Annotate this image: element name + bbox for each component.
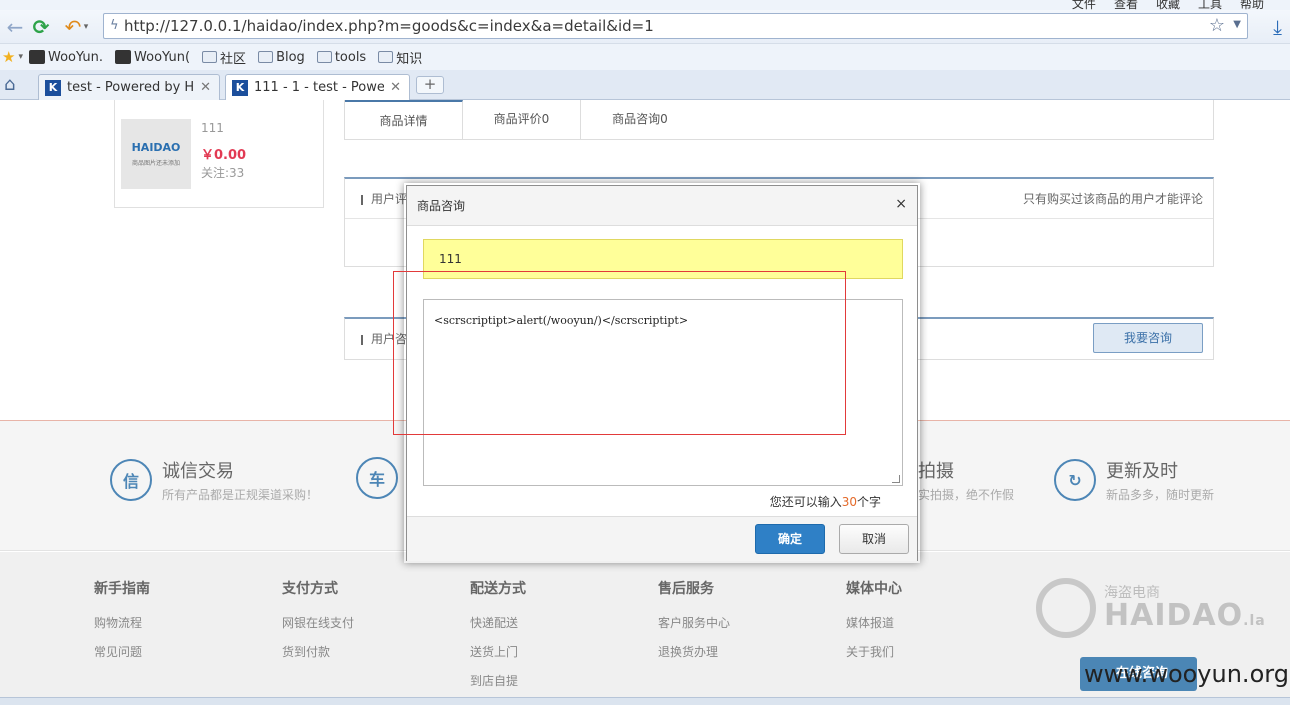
status-bar	[0, 697, 1290, 705]
service-integrity: 信 诚信交易 所有产品都是正规渠道采购！	[110, 457, 318, 503]
product-card[interactable]: HAIDAO 商品图片还未添加 111 ￥0.00 关注:33	[114, 100, 324, 208]
shield-icon: 信	[110, 459, 152, 501]
folder-icon	[202, 51, 218, 63]
footer-link[interactable]: 退换货办理	[658, 643, 730, 660]
new-tab-button[interactable]: +	[416, 76, 444, 94]
resize-grip-icon[interactable]	[892, 475, 900, 483]
home-icon[interactable]: ⌂	[4, 74, 15, 95]
char-count: 您还可以输入30个字	[769, 495, 881, 509]
back-icon[interactable]: ←	[2, 14, 28, 40]
detail-tabs: 商品详情 商品评价0 商品咨询0	[344, 100, 1214, 140]
footer-link[interactable]: 到店自提	[470, 672, 526, 689]
wooyun-icon	[115, 50, 132, 64]
truck-icon: 车	[356, 457, 398, 499]
tab-close-icon[interactable]: ✕	[200, 80, 211, 95]
star-icon[interactable]: ☆	[1209, 15, 1225, 36]
footer-link[interactable]: 货到付款	[282, 643, 354, 660]
bookmark-wooyun-2[interactable]: WooYun(	[115, 50, 190, 65]
url-input[interactable]: ϟ http://127.0.0.1/haidao/index.php?m=go…	[103, 13, 1248, 39]
product-follow-count: 关注:33	[201, 166, 245, 180]
footer-link[interactable]: 快递配送	[470, 614, 526, 631]
footer-link[interactable]: 媒体报道	[846, 614, 902, 631]
consult-dialog: 商品咨询 × 111 <scrscriptipt>alert(/wooyun/)…	[406, 185, 918, 561]
consult-content-textarea[interactable]: <scrscriptipt>alert(/wooyun/)</scrscript…	[423, 299, 903, 486]
confirm-button[interactable]: 确定	[755, 524, 825, 554]
bookmark-folder-tools[interactable]: tools	[316, 50, 366, 65]
service-updates: ↻ 更新及时 新品多多，随时更新	[1054, 457, 1214, 503]
url-text: http://127.0.0.1/haidao/index.php?m=good…	[124, 17, 654, 35]
clock-icon: ↻	[1054, 459, 1096, 501]
bookmark-folder-community[interactable]: 社区	[202, 48, 246, 67]
ask-question-button[interactable]: 我要咨询	[1093, 323, 1203, 353]
tab-product-consult[interactable]: 商品咨询0	[581, 100, 699, 139]
footer-link[interactable]: 客户服务中心	[658, 614, 730, 631]
footer-link[interactable]: 网银在线支付	[282, 614, 354, 631]
footer-link[interactable]: 关于我们	[846, 643, 902, 660]
haidao-logo: 海盗电商 HAIDAO.la	[1036, 578, 1265, 648]
tab-close-icon[interactable]: ✕	[390, 80, 401, 95]
menu-bar: 文件 查看 收藏 工具 帮助	[0, 0, 1290, 11]
bookmark-wooyun-1[interactable]: WooYun.	[28, 50, 103, 65]
footer-link[interactable]: 常见问题	[94, 643, 150, 660]
cancel-button[interactable]: 取消	[839, 524, 909, 554]
product-thumbnail[interactable]: HAIDAO 商品图片还未添加	[121, 119, 191, 189]
wooyun-icon	[28, 50, 45, 64]
site-favicon: K	[45, 79, 61, 96]
folder-icon	[316, 51, 332, 63]
tab-strip: ⌂ K test - Powered by Hai ✕ K 111 - 1 - …	[0, 70, 1290, 100]
bookmark-folder-knowledge[interactable]: 知识	[378, 48, 422, 67]
tab-product-detail[interactable]: 商品详情	[345, 100, 463, 139]
url-dropdown-icon[interactable]: ▼	[1233, 19, 1241, 30]
footer-col-media: 媒体中心 媒体报道 关于我们	[846, 581, 902, 660]
watermark: www.wooyun.org	[1084, 660, 1289, 688]
download-icon[interactable]: ⤓	[1273, 15, 1282, 39]
review-note: 只有购买过该商品的用户才能评论	[1022, 192, 1203, 206]
pirate-logo-icon	[1036, 578, 1096, 638]
tab-product-reviews[interactable]: 商品评价0	[463, 100, 581, 139]
service-real-photo: 拍摄 实拍摄，绝不作假	[918, 461, 1015, 502]
footer-col-guide: 新手指南 购物流程 常见问题	[94, 581, 150, 660]
bookmarks-bar: ★ ▾ WooYun. WooYun( 社区 Blog tools 知识	[0, 44, 1290, 70]
tab-test[interactable]: K test - Powered by Hai ✕	[38, 74, 220, 100]
refresh-icon[interactable]: ⟳	[28, 14, 54, 40]
footer-col-shipping: 配送方式 快递配送 送货上门 到店自提	[470, 581, 526, 689]
bookmark-folder-blog[interactable]: Blog	[258, 50, 305, 65]
product-price: ￥0.00	[201, 148, 247, 163]
favorites-star-icon[interactable]: ★ ▾	[2, 48, 23, 66]
service-delivery: 车	[356, 457, 408, 499]
address-bar: ← ⟳ ↶ ▾ ϟ http://127.0.0.1/haidao/index.…	[0, 10, 1290, 44]
undo-dropdown-icon[interactable]: ▾	[80, 14, 92, 40]
lightning-icon: ϟ	[110, 18, 119, 33]
close-icon[interactable]: ×	[895, 196, 907, 212]
consult-title-input[interactable]: 111	[423, 239, 903, 279]
dialog-title: 商品咨询	[407, 186, 917, 226]
footer-link[interactable]: 购物流程	[94, 614, 150, 631]
site-favicon: K	[232, 79, 248, 96]
tab-111-active[interactable]: K 111 - 1 - test - Powere ✕	[225, 74, 410, 100]
folder-icon	[378, 51, 394, 63]
product-name[interactable]: 111	[201, 121, 224, 135]
folder-icon	[258, 51, 274, 63]
footer-link[interactable]: 送货上门	[470, 643, 526, 660]
footer-col-payment: 支付方式 网银在线支付 货到付款	[282, 581, 355, 660]
footer-col-aftersales: 售后服务 客户服务中心 退换货办理	[658, 581, 731, 660]
